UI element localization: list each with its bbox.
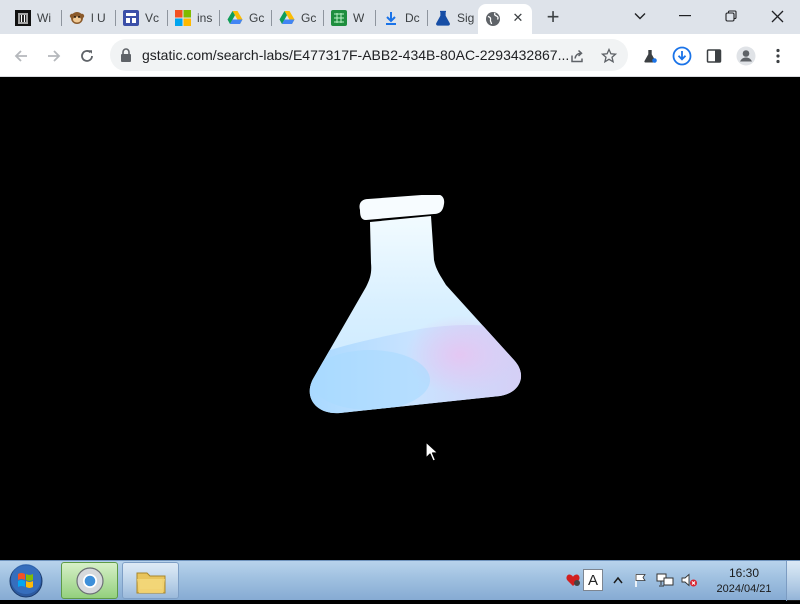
tab-5[interactable]: Gc [220,4,272,32]
tab-active[interactable]: ✕ [478,4,532,34]
menu-kebab-icon[interactable] [767,45,789,67]
lock-icon[interactable] [120,48,132,67]
flask-illustration [309,195,522,414]
chrome-icon [75,566,104,595]
tab-7[interactable]: W [324,4,376,32]
tab-6[interactable]: Gc [272,4,324,32]
network-icon[interactable] [656,571,674,589]
window-icon [123,10,139,26]
back-button[interactable] [7,42,35,70]
show-desktop-button[interactable] [786,561,800,601]
share-icon[interactable] [566,45,588,67]
restore-button[interactable] [708,0,754,32]
address-bar[interactable]: gstatic.com/search-labs/E477317F-ABB2-43… [110,39,628,71]
ime-indicator[interactable]: A [583,569,603,591]
close-window-button[interactable] [754,0,800,32]
spreadsheet-icon [331,10,347,26]
downloads-icon[interactable] [671,45,693,67]
tab-4[interactable]: ins [168,4,220,32]
download-icon [383,10,399,26]
tab-search-icon[interactable] [617,0,663,32]
profile-avatar-icon[interactable] [735,45,757,67]
folder-icon [136,572,165,593]
system-clock[interactable]: 16:30 2024/04/21 [708,565,780,597]
tab-3[interactable]: Vc [116,4,166,32]
action-center-flag-icon[interactable] [632,571,650,589]
tab-strip: Wi l U Vc ins Gc Gc W Dc Sig ✕ + [0,0,800,34]
new-tab-button[interactable]: + [541,6,565,30]
notification-heart-icon[interactable] [564,571,582,589]
start-button[interactable] [6,563,46,599]
taskbar-explorer-button[interactable] [122,562,179,599]
tray-expand-icon[interactable] [609,571,627,589]
clock-date: 2024/04/21 [716,583,772,595]
url-text[interactable]: gstatic.com/search-labs/E477317F-ABB2-43… [142,47,572,63]
reload-button[interactable] [73,42,101,70]
volume-muted-icon[interactable] [680,571,698,589]
library-icon [15,10,31,26]
mouse-cursor-icon [425,441,439,462]
labs-flask-icon [435,10,451,26]
google-drive-icon [227,10,243,26]
forward-button[interactable] [40,42,68,70]
taskbar-chrome-button[interactable] [61,562,118,599]
minimize-button[interactable] [662,0,708,32]
tab-2[interactable]: l U [62,4,112,32]
clock-time: 16:30 [728,566,760,580]
monkey-icon [69,10,85,26]
tab-1[interactable]: Wi [8,4,58,32]
tab-9[interactable]: Sig [428,4,478,32]
page-content [0,77,800,560]
labs-flask-icon[interactable] [639,45,661,67]
side-panel-icon[interactable] [703,45,725,67]
globe-icon [485,11,501,27]
close-tab-icon[interactable]: ✕ [510,10,526,26]
bookmark-star-icon[interactable] [598,45,620,67]
tab-8[interactable]: Dc [376,4,428,32]
microsoft-icon [175,10,191,26]
windows-taskbar: A 16:30 2024/04/21 [0,560,800,601]
browser-toolbar: gstatic.com/search-labs/E477317F-ABB2-43… [0,34,800,77]
google-drive-icon [279,10,295,26]
